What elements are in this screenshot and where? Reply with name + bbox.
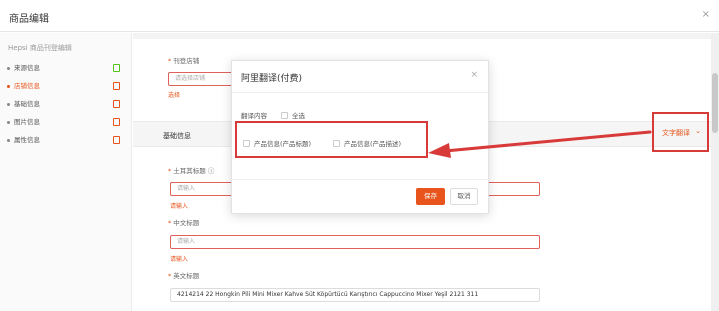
option-product-title-checkbox[interactable]: 产品信息(产品标题) xyxy=(243,138,311,148)
text-translate-dropdown[interactable]: 文字翻译 ⌄ xyxy=(652,112,709,152)
status-error-icon xyxy=(113,136,120,144)
modal-close-icon[interactable]: × xyxy=(470,70,478,80)
cancel-button[interactable]: 取消 xyxy=(450,188,478,205)
store-label: * 刊登店铺 xyxy=(168,57,200,65)
sidebar-item-label: 基础信息 xyxy=(14,100,40,108)
sidebar-item-basic[interactable]: 基础信息 xyxy=(6,95,126,113)
modal-footer-divider xyxy=(232,179,488,180)
english-title-input[interactable]: 4214214 22 Hongkin Pili Mini Mixer Kahve… xyxy=(170,288,540,302)
chinese-title-label: * 中文标题 xyxy=(168,219,200,227)
window-titlebar: 商品编辑 × xyxy=(0,0,719,32)
window-title: 商品编辑 xyxy=(9,14,49,25)
scrollbar-thumb[interactable] xyxy=(712,73,718,133)
translate-label: 文字翻译 xyxy=(662,129,690,137)
sidebar-item-label: 来源信息 xyxy=(14,64,40,72)
status-error-icon xyxy=(113,100,120,108)
chevron-down-icon: ⌄ xyxy=(695,127,701,135)
sidebar-item-label: 店铺信息 xyxy=(14,82,40,90)
translate-content-label: 翻译内容 xyxy=(241,112,267,120)
select-all-checkbox[interactable]: 全选 xyxy=(281,110,305,120)
sidebar-item-attributes[interactable]: 属性信息 xyxy=(6,131,126,149)
checkbox-icon xyxy=(333,140,340,147)
status-error-icon xyxy=(113,82,120,90)
sidebar-item-source[interactable]: 来源信息 xyxy=(6,59,126,77)
section-title: 基础信息 xyxy=(163,132,191,140)
sidebar-item-label: 属性信息 xyxy=(14,136,40,144)
turkish-title-label: * 土耳其标题 ⓘ xyxy=(168,167,215,175)
chinese-title-input[interactable]: 请输入 xyxy=(170,235,540,249)
translate-modal: 阿里翻译(付费) × 翻译内容 全选 产品信息(产品标题) 产品信息(产品描述)… xyxy=(231,60,489,214)
option-product-description-checkbox[interactable]: 产品信息(产品描述) xyxy=(333,138,401,148)
sidebar-item-store[interactable]: 店铺信息 xyxy=(6,77,126,95)
checkbox-icon xyxy=(281,112,288,119)
window-close-icon[interactable]: × xyxy=(702,9,710,20)
status-error-icon xyxy=(113,118,120,126)
save-button[interactable]: 保存 xyxy=(416,188,445,205)
turkish-title-error: 请输入 xyxy=(170,203,189,210)
store-error: 选择 xyxy=(168,92,181,99)
form-top-shade xyxy=(133,33,711,39)
translate-options-box: 产品信息(产品标题) 产品信息(产品描述) xyxy=(235,121,428,158)
modal-title: 阿里翻译(付费) xyxy=(241,74,303,84)
sidebar-nav: 来源信息 店铺信息 基础信息 图片信息 属性信息 xyxy=(6,59,126,149)
chinese-title-error: 请输入 xyxy=(170,256,189,263)
english-title-label: * 英文标题 xyxy=(168,272,200,280)
sidebar-item-images[interactable]: 图片信息 xyxy=(6,113,126,131)
sidebar-item-label: 图片信息 xyxy=(14,118,40,126)
checkbox-icon xyxy=(243,140,250,147)
scrollbar[interactable] xyxy=(711,33,719,311)
sidebar: Hepsi 商品刊登编辑 来源信息 店铺信息 基础信息 图片信息 属性信息 xyxy=(0,33,132,311)
sidebar-header: Hepsi 商品刊登编辑 xyxy=(8,44,72,52)
status-ok-icon xyxy=(113,64,120,72)
modal-divider xyxy=(232,92,488,93)
